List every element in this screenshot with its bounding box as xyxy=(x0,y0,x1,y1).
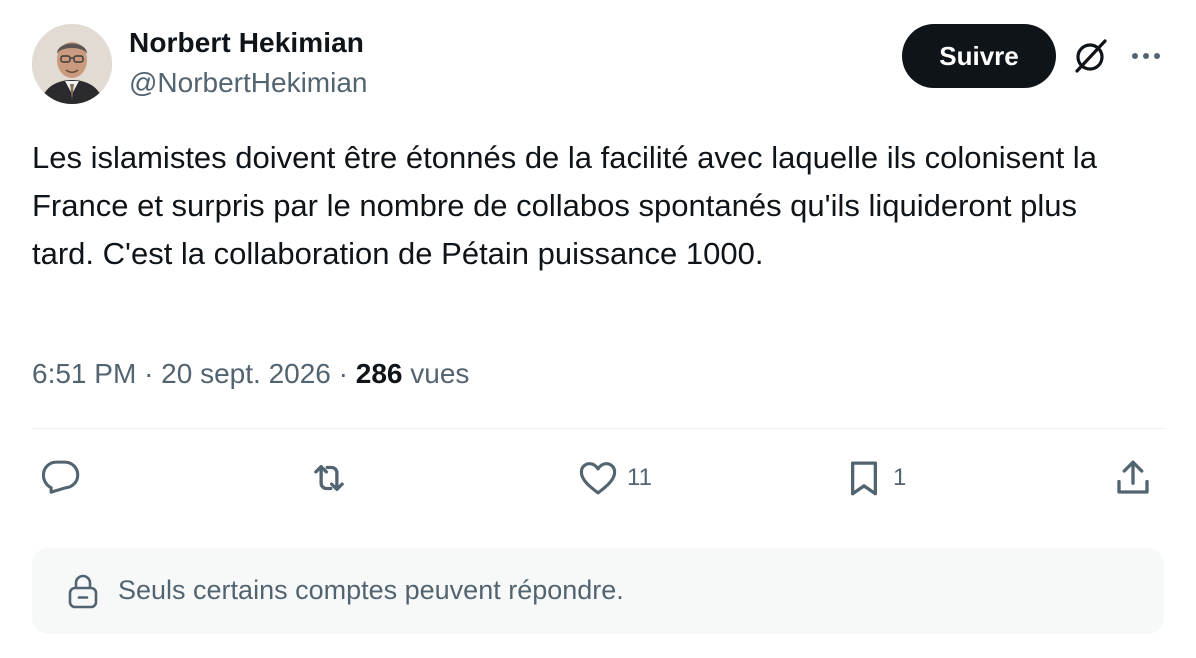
reply-restriction-text: Seuls certains comptes peuvent répondre. xyxy=(118,575,624,605)
lock-icon xyxy=(68,574,98,609)
retweet-button[interactable] xyxy=(308,456,358,500)
bookmark-button[interactable]: 1 xyxy=(843,456,906,500)
share-button[interactable] xyxy=(1112,456,1154,500)
tweet-text: Les islamistes doivent être étonnés de l… xyxy=(32,140,1097,271)
tweet-date[interactable]: 20 sept. 2026 xyxy=(161,358,331,389)
tweet-meta: 6:51 PM · 20 sept. 2026 · 286 vues xyxy=(32,358,469,390)
avatar[interactable] xyxy=(32,24,112,104)
more-options-icon[interactable] xyxy=(1128,38,1164,74)
views-label: vues xyxy=(410,358,470,389)
bookmark-icon xyxy=(850,461,878,496)
follow-button[interactable]: Suivre xyxy=(902,24,1056,88)
author-handle[interactable]: @NorbertHekimian xyxy=(129,67,368,99)
like-button[interactable]: 11 xyxy=(577,456,652,500)
meta-separator: · xyxy=(338,358,348,389)
author-name[interactable]: Norbert Hekimian xyxy=(129,27,364,59)
reply-restriction-notice: Seuls certains comptes peuvent répondre. xyxy=(32,548,1164,634)
heart-icon xyxy=(579,462,617,495)
share-icon xyxy=(1117,460,1149,494)
avatar-photo xyxy=(32,24,112,104)
meta-separator: · xyxy=(144,358,154,389)
tweet-time[interactable]: 6:51 PM xyxy=(32,358,136,389)
retweet-icon xyxy=(314,464,344,492)
like-count: 11 xyxy=(627,464,652,491)
reply-button[interactable] xyxy=(40,456,90,500)
views-count: 286 xyxy=(355,358,403,389)
bookmark-count: 1 xyxy=(893,464,907,491)
grok-icon[interactable] xyxy=(1071,36,1111,76)
reply-icon xyxy=(41,460,80,494)
divider xyxy=(32,428,1164,429)
